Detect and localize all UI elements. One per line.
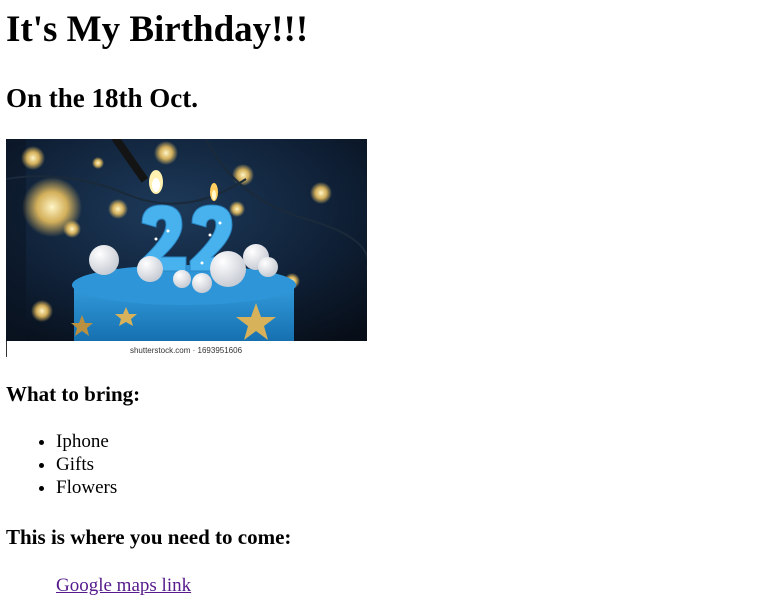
list-item: Flowers <box>56 476 117 499</box>
bring-heading: What to bring: <box>6 382 141 406</box>
google-maps-link[interactable]: Google maps link <box>56 574 191 597</box>
birthday-cake-image: shutterstock.com · 1693951606 <box>6 139 367 357</box>
image-caption: shutterstock.com · 1693951606 <box>130 346 243 355</box>
list-item: Gifts <box>56 453 117 476</box>
page-title: It's My Birthday!!! <box>6 9 309 50</box>
where-heading: This is where you need to come: <box>6 525 292 549</box>
bring-list: Iphone Gifts Flowers <box>6 430 117 499</box>
list-item: Iphone <box>56 430 117 453</box>
date-heading: On the 18th Oct. <box>6 83 198 113</box>
